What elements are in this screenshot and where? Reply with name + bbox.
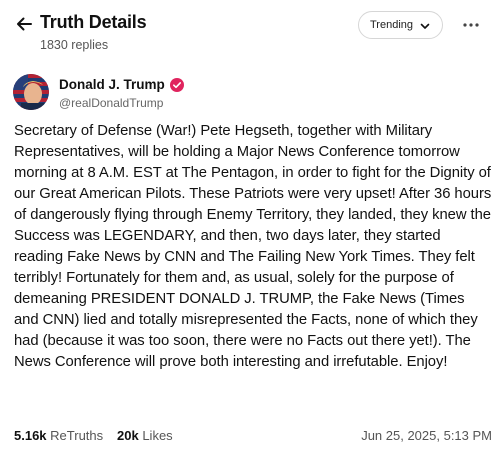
sort-label: Trending bbox=[370, 19, 414, 31]
author-name[interactable]: Donald J. Trump bbox=[59, 77, 184, 92]
more-options-button[interactable] bbox=[461, 17, 481, 33]
retruths-stat[interactable]: 5.16k ReTruths bbox=[14, 428, 103, 443]
likes-count: 20k bbox=[117, 428, 139, 443]
retruths-label: ReTruths bbox=[50, 428, 104, 443]
back-button[interactable] bbox=[13, 13, 35, 35]
arrow-left-icon bbox=[17, 17, 32, 31]
replies-count: 1830 replies bbox=[40, 38, 109, 52]
retruths-count: 5.16k bbox=[14, 428, 47, 443]
post-timestamp: Jun 25, 2025, 5:13 PM bbox=[361, 428, 492, 443]
author-name-text: Donald J. Trump bbox=[59, 77, 165, 92]
more-horizontal-icon bbox=[463, 23, 479, 27]
page-header: Truth Details 1830 replies Trending bbox=[0, 0, 500, 62]
verified-badge-icon bbox=[169, 77, 184, 92]
sort-dropdown[interactable]: Trending bbox=[358, 11, 443, 39]
page-title: Truth Details bbox=[40, 12, 147, 32]
post-footer: 5.16k ReTruths 20k Likes Jun 25, 2025, 5… bbox=[14, 428, 492, 448]
avatar[interactable] bbox=[13, 74, 49, 110]
likes-stat[interactable]: 20k Likes bbox=[117, 428, 173, 443]
post-body: Secretary of Defense (War!) Pete Hegseth… bbox=[14, 123, 492, 370]
chevron-down-icon bbox=[420, 23, 430, 29]
likes-label: Likes bbox=[142, 428, 173, 443]
avatar-image bbox=[13, 74, 49, 110]
author-handle[interactable]: @realDonaldTrump bbox=[59, 96, 163, 110]
